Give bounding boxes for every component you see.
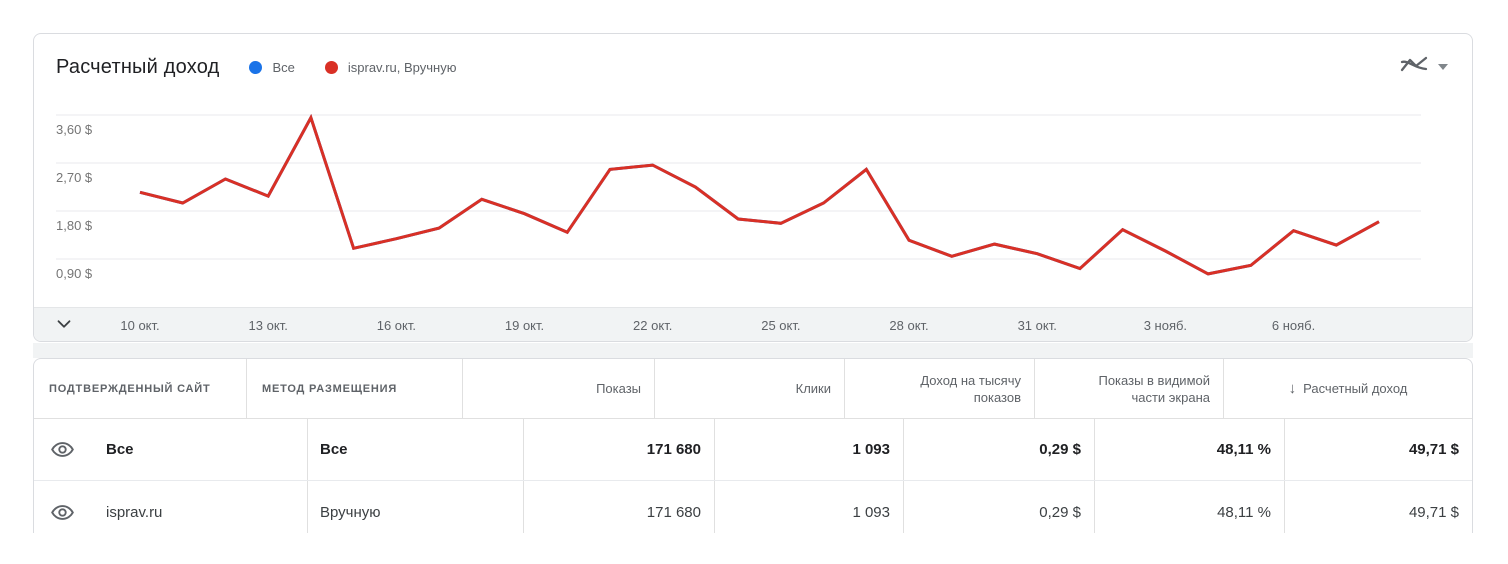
x-axis-tick-label: 28 окт. [889, 318, 929, 333]
earnings-cell: 49,71 $ [1284, 481, 1472, 533]
column-header-clicks[interactable]: Клики [654, 359, 844, 418]
table-row-all[interactable]: Все Все 171 680 1 093 0,29 $ 48,11 % 49,… [34, 419, 1472, 481]
series-line-Все [139, 113, 1380, 276]
earnings-cell: 49,71 $ [1284, 419, 1472, 480]
legend-label: isprav.ru, Вручную [347, 59, 457, 75]
chart-card-header: Расчетный доход Все isprav.ru, Вручную [34, 34, 1472, 100]
collapse-chart-button[interactable] [51, 315, 77, 337]
table-row-isprav[interactable]: isprav.ru Вручную 171 680 1 093 0,29 $ 4… [34, 481, 1472, 533]
page-title: Расчетный доход [56, 55, 220, 78]
y-axis-tick-label: 2,70 $ [56, 170, 93, 185]
impressions-cell: 171 680 [523, 419, 714, 480]
rpm-cell: 0,29 $ [903, 419, 1094, 480]
column-header-site[interactable]: ПОДТВЕРЖДЕННЫЙ САЙТ [34, 359, 246, 418]
x-axis-tick-label: 6 нояб. [1271, 318, 1316, 333]
sort-descending-icon: ↓ [1288, 380, 1297, 397]
earnings-line-chart: 0,90 $ 1,80 $ 2,70 $ 3,60 $ [34, 100, 1472, 307]
x-axis-bar: 10 окт. 13 окт. 16 окт. 19 окт. 22 окт. 25 ок… [34, 307, 1472, 341]
multiline-chart-icon [1400, 55, 1428, 80]
x-axis-tick-label: 25 окт. [761, 318, 801, 333]
legend-item-all: Все [249, 59, 295, 75]
x-axis-tick-label: 3 нояб. [1143, 318, 1188, 333]
y-axis-tick-label: 0,90 $ [56, 266, 93, 281]
report-table-card: ПОДТВЕРЖДЕННЫЙ САЙТ МЕТОД РАЗМЕЩЕНИЯ Пок… [33, 358, 1473, 533]
site-name: Все [106, 441, 134, 458]
caret-down-icon [1438, 64, 1448, 70]
chart-canvas [56, 113, 1421, 276]
chart-type-selector-button[interactable] [1400, 55, 1448, 80]
rpm-cell: 0,29 $ [903, 481, 1094, 533]
table-header-row: ПОДТВЕРЖДЕННЫЙ САЙТ МЕТОД РАЗМЕЩЕНИЯ Пок… [34, 359, 1472, 419]
adsense-report-page: { "card": { "title": "Расчетный доход", … [0, 0, 1508, 564]
clicks-cell: 1 093 [714, 481, 903, 533]
card-divider-strip [33, 343, 1473, 358]
series-line-isprav.ru, Вручную [139, 113, 1380, 276]
eye-icon [51, 504, 74, 520]
x-axis-tick-label: 19 окт. [504, 318, 545, 333]
viewability-cell: 48,11 % [1094, 419, 1284, 480]
eye-icon [51, 442, 74, 457]
site-name: isprav.ru [106, 503, 163, 521]
column-header-method[interactable]: МЕТОД РАЗМЕЩЕНИЯ [246, 359, 462, 418]
x-axis-tick-label: 31 окт. [1017, 318, 1057, 333]
column-header-earnings-sorted[interactable]: ↓ Расчетный доход [1223, 359, 1472, 418]
impressions-cell: 171 680 [523, 481, 714, 533]
estimated-earnings-card: Расчетный доход Все isprav.ru, Вручную 0… [33, 33, 1473, 342]
x-axis-tick-label: 10 окт. [120, 318, 160, 333]
viewability-cell: 48,11 % [1094, 481, 1284, 533]
visibility-toggle-button[interactable] [50, 500, 75, 525]
legend-item-isprav: isprav.ru, Вручную [324, 59, 457, 75]
x-axis-tick-label: 16 окт. [376, 318, 416, 333]
legend-label: Все [272, 59, 295, 75]
legend-dot-blue [249, 60, 263, 74]
method-cell: Все [307, 419, 523, 480]
chevron-down-icon [53, 313, 75, 340]
y-axis-tick-label: 3,60 $ [56, 122, 93, 137]
clicks-cell: 1 093 [714, 419, 903, 480]
x-axis-tick-label: 22 окт. [633, 318, 673, 333]
visibility-toggle-button[interactable] [50, 437, 75, 462]
chart-legend: Все isprav.ru, Вручную [249, 60, 456, 75]
legend-dot-red [324, 60, 338, 74]
method-cell: Вручную [307, 481, 523, 533]
column-header-impressions[interactable]: Показы [462, 359, 654, 418]
column-header-viewability[interactable]: Показы в видимой части экрана [1034, 359, 1223, 418]
x-axis-tick-label: 13 окт. [248, 318, 288, 333]
y-axis-tick-label: 1,80 $ [56, 218, 93, 233]
column-header-rpm[interactable]: Доход на тысячу показов [844, 359, 1034, 418]
